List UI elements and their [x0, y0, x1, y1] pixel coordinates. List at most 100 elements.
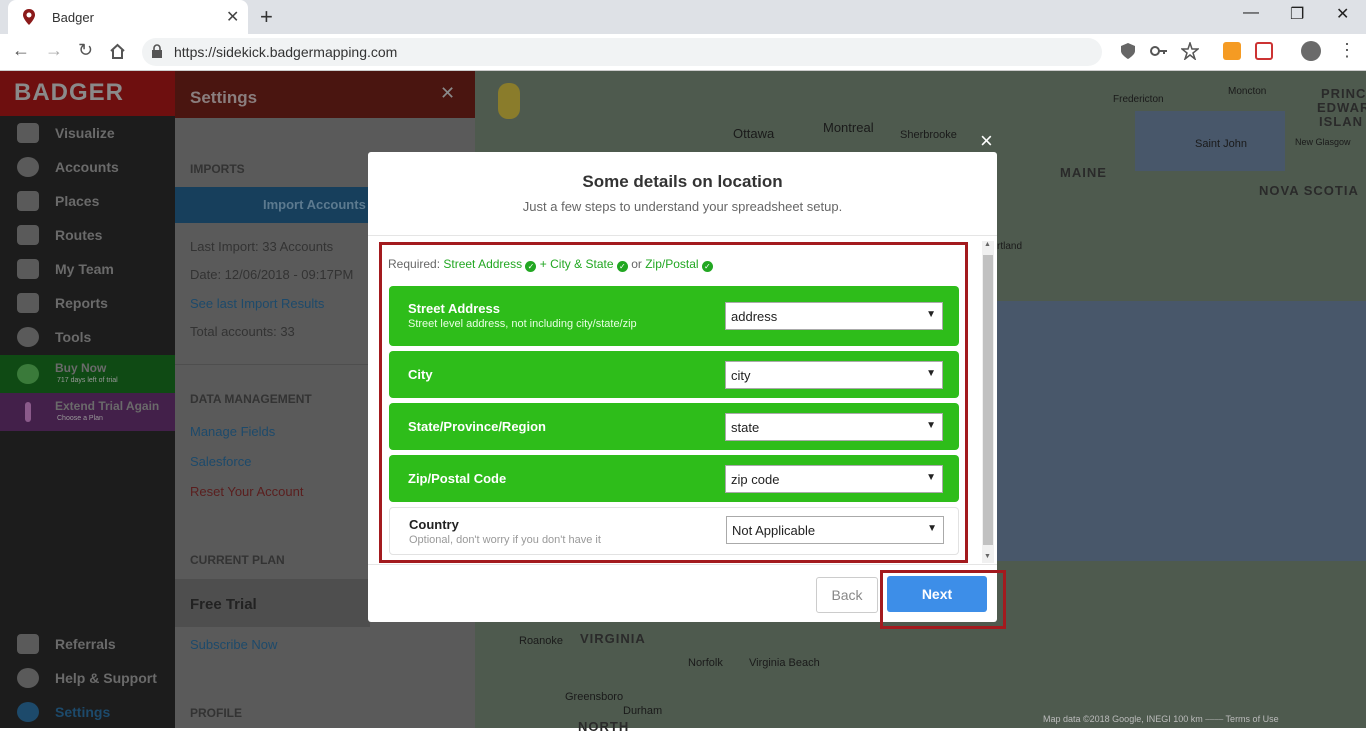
shield-icon[interactable] [1119, 42, 1137, 60]
tab-close-icon[interactable]: ✕ [226, 7, 239, 27]
map-label: Ottawa [733, 126, 775, 141]
field-description: Street level address, not including city… [408, 318, 637, 330]
pegman-icon[interactable] [498, 83, 520, 119]
logo[interactable]: BADGER [0, 71, 175, 116]
profile-label: PROFILE [190, 706, 243, 720]
sidebar: BADGER Visualize Accounts Places Routes … [0, 71, 175, 728]
person-icon [17, 157, 39, 177]
ocean [995, 301, 1366, 561]
eye-icon [17, 123, 39, 143]
import-accounts-button[interactable]: Import Accounts [175, 187, 370, 223]
map-region-label: NOVA SCOTIA [1259, 183, 1359, 198]
modal-title: Some details on location [582, 172, 783, 191]
extend-trial-button[interactable]: Extend Trial Again Choose a Plan [0, 393, 175, 431]
sidebar-item-tools[interactable]: Tools [0, 320, 175, 354]
dropdown-arrow-icon: ▼ [926, 309, 936, 320]
key-icon[interactable] [1150, 42, 1168, 60]
minimize-button[interactable]: — [1243, 4, 1259, 22]
star-icon[interactable] [1181, 42, 1199, 60]
close-window-button[interactable]: ✕ [1336, 4, 1349, 24]
forward-arrow-icon[interactable]: → [45, 40, 63, 61]
modal-subtitle: Just a few steps to understand your spre… [522, 199, 843, 214]
browser-toolbar: ← → ↻ https://sidekick.badgermapping.com… [0, 34, 1366, 71]
field-label: Country [409, 517, 459, 532]
sidebar-item-settings[interactable]: Settings [0, 695, 175, 729]
sidebar-item-my-team[interactable]: My Team [0, 252, 175, 286]
state-select[interactable]: state ▼ [725, 413, 943, 441]
data-management-label: DATA MANAGEMENT [190, 392, 312, 406]
city-select[interactable]: city ▼ [725, 361, 943, 389]
buy-now-button[interactable]: Buy Now 717 days left of trial [0, 355, 175, 393]
salesforce-link[interactable]: Salesforce [190, 454, 251, 469]
map-icon [17, 225, 39, 245]
gear-icon [17, 702, 39, 722]
field-label: Street Address [408, 301, 500, 316]
field-row-city: City city ▼ [389, 351, 959, 398]
street-address-select[interactable]: address ▼ [725, 302, 943, 330]
avatar[interactable] [1301, 41, 1321, 61]
map-region-label: MAINE [1060, 165, 1107, 180]
back-button[interactable]: Back [816, 577, 878, 613]
team-icon [17, 259, 39, 279]
browser-tab[interactable]: Badger ✕ [8, 0, 248, 34]
extension-icon[interactable] [1223, 42, 1241, 60]
settings-close-icon[interactable]: ✕ [440, 83, 455, 104]
field-description: Optional, don't worry if you don't have … [409, 534, 601, 546]
address-bar[interactable]: https://sidekick.badgermapping.com [142, 38, 1102, 66]
current-plan-label: CURRENT PLAN [190, 553, 285, 567]
back-arrow-icon[interactable]: ← [12, 40, 30, 61]
badger-favicon-icon [23, 9, 35, 25]
sidebar-item-reports[interactable]: Reports [0, 286, 175, 320]
reset-account-link[interactable]: Reset Your Account [190, 484, 303, 499]
field-row-state: State/Province/Region state ▼ [389, 403, 959, 450]
field-row-zip: Zip/Postal Code zip code ▼ [389, 455, 959, 502]
sidebar-item-visualize[interactable]: Visualize [0, 116, 175, 150]
reload-icon[interactable]: ↻ [78, 40, 93, 61]
lock-icon [152, 44, 162, 58]
dropdown-arrow-icon: ▼ [926, 368, 936, 379]
modal-scrollbar[interactable]: ▲ ▼ [982, 241, 994, 563]
map-label: Virginia Beach [749, 657, 820, 669]
scroll-up-icon[interactable]: ▲ [984, 241, 991, 248]
map-label: Saint John [1195, 138, 1247, 150]
total-accounts-text: Total accounts: 33 [190, 324, 295, 339]
manage-fields-link[interactable]: Manage Fields [190, 424, 275, 439]
country-select[interactable]: Not Applicable ▼ [726, 516, 944, 544]
browser-tab-bar: Badger ✕ + — ❐ ✕ [0, 0, 1366, 34]
modal-close-icon[interactable]: × [980, 128, 993, 154]
next-highlight-box [880, 570, 1006, 629]
map-label: rtland [997, 241, 1023, 252]
map-region-label: EDWAR [1317, 100, 1366, 115]
scroll-down-icon[interactable]: ▼ [984, 553, 991, 560]
sidebar-item-help[interactable]: Help & Support [0, 661, 175, 695]
scrollbar-thumb[interactable] [983, 255, 993, 545]
sidebar-item-routes[interactable]: Routes [0, 218, 175, 252]
zip-select[interactable]: zip code ▼ [725, 465, 943, 493]
tab-title: Badger [52, 10, 94, 25]
divider [175, 364, 370, 365]
report-icon [17, 293, 39, 313]
field-label: State/Province/Region [408, 419, 546, 434]
dropdown-arrow-icon: ▼ [926, 420, 936, 431]
map-label: New Glasgow [1295, 137, 1351, 147]
pocket-icon[interactable] [1255, 42, 1273, 60]
menu-icon[interactable]: ⋮ [1338, 40, 1356, 61]
map-region-label: NORTH [578, 719, 630, 734]
map-label: Norfolk [688, 657, 723, 669]
sidebar-item-accounts[interactable]: Accounts [0, 150, 175, 184]
sidebar-item-places[interactable]: Places [0, 184, 175, 218]
last-import-text: Last Import: 33 Accounts [190, 239, 334, 254]
see-last-import-link[interactable]: See last Import Results [190, 296, 324, 311]
restore-button[interactable]: ❐ [1290, 4, 1304, 24]
map-region-label: VIRGINIA [580, 631, 646, 646]
sidebar-item-referrals[interactable]: Referrals [0, 627, 175, 661]
pin-icon [17, 327, 39, 347]
settings-title: Settings [190, 88, 258, 107]
new-tab-button[interactable]: + [260, 4, 273, 30]
map-region-label: PRINC [1321, 86, 1366, 101]
url-text: https://sidekick.badgermapping.com [174, 44, 398, 60]
dropdown-arrow-icon: ▼ [927, 523, 937, 534]
modal-body: Required: Street Address ✓ + City & Stat… [368, 235, 997, 565]
subscribe-now-link[interactable]: Subscribe Now [190, 637, 277, 652]
home-icon[interactable] [109, 43, 126, 60]
